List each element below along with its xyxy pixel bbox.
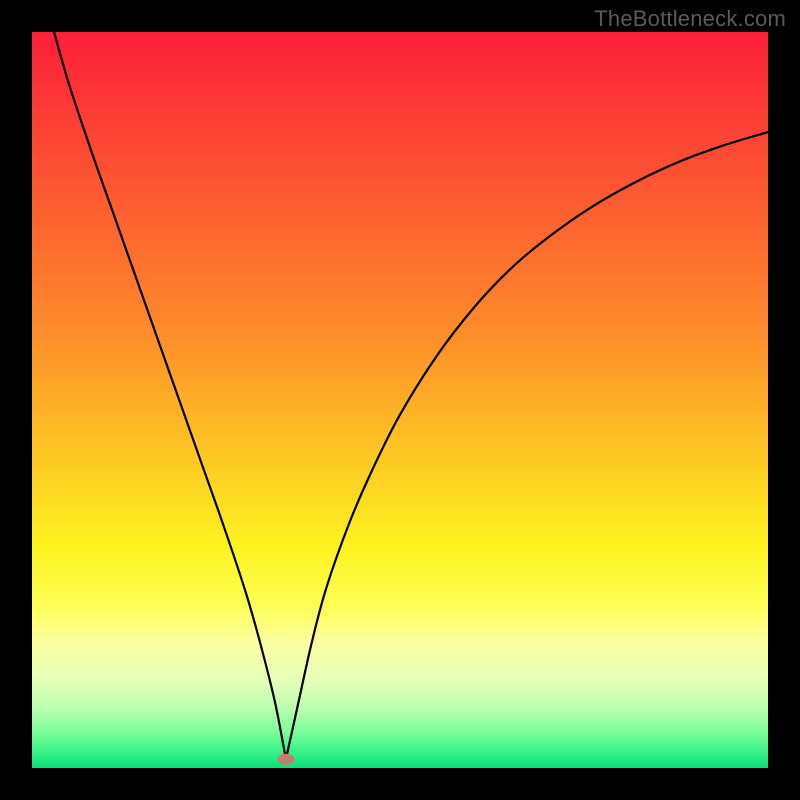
- watermark-text: TheBottleneck.com: [594, 6, 786, 32]
- plot-area: [32, 32, 768, 768]
- bottleneck-curve: [32, 32, 768, 768]
- minimum-marker: [278, 754, 294, 764]
- chart-frame: TheBottleneck.com: [0, 0, 800, 800]
